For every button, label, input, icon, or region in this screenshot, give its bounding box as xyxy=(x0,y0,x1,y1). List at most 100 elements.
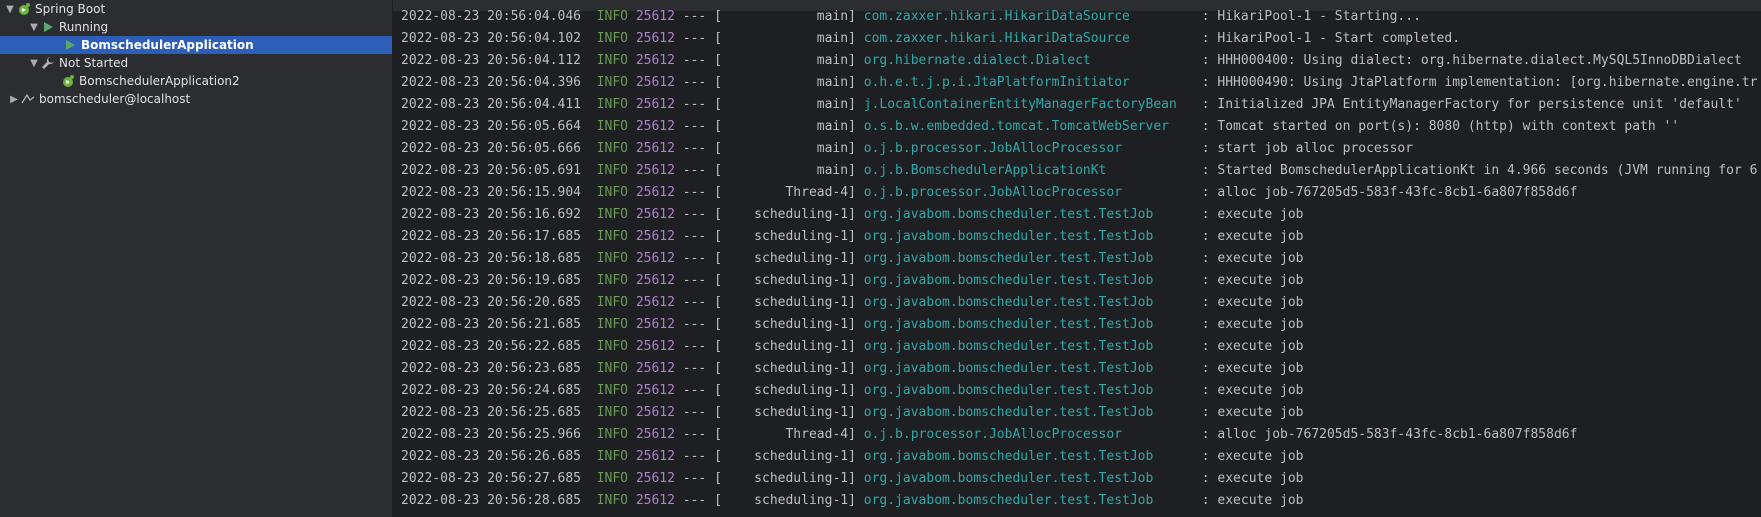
log-level: INFO xyxy=(596,405,628,420)
log-thread: scheduling-1] xyxy=(754,251,856,266)
log-timestamp: 2022-08-23 20:56:16.692 xyxy=(401,207,582,222)
log-separator: --- [ xyxy=(682,207,722,222)
log-line: 2022-08-23 20:56:25.966 INFO 25612 --- [… xyxy=(401,424,1577,446)
log-timestamp: 2022-08-23 20:56:23.685 xyxy=(401,361,582,376)
log-pid: 25612 xyxy=(635,295,675,310)
tree-label: Not Started xyxy=(59,56,129,70)
log-thread: scheduling-1] xyxy=(754,471,856,486)
log-timestamp: 2022-08-23 20:56:05.691 xyxy=(401,163,582,178)
log-message: : alloc job-767205d5-583f-43fc-8cb1-6a80… xyxy=(1201,427,1578,442)
log-separator: --- [ xyxy=(682,163,722,178)
log-line: 2022-08-23 20:56:27.685 INFO 25612 --- [… xyxy=(401,468,1304,490)
log-logger: com.zaxxer.hikari.HikariDataSource xyxy=(863,31,1130,46)
spring-boot-icon xyxy=(60,74,76,88)
log-timestamp: 2022-08-23 20:56:19.685 xyxy=(401,273,582,288)
log-separator: --- [ xyxy=(682,273,722,288)
tree-node-spring-boot[interactable]: ▼ Spring Boot xyxy=(0,0,396,18)
log-thread: scheduling-1] xyxy=(754,295,856,310)
tree-node-running[interactable]: ▼ Running xyxy=(0,18,392,36)
log-thread: main] xyxy=(816,97,856,112)
log-message: : execute job xyxy=(1201,295,1304,310)
log-thread: scheduling-1] xyxy=(754,405,856,420)
log-pid: 25612 xyxy=(635,493,675,508)
tree-node-database[interactable]: ▶ bomscheduler@localhost xyxy=(0,90,392,108)
log-level: INFO xyxy=(596,31,628,46)
log-level: INFO xyxy=(596,493,628,508)
log-timestamp: 2022-08-23 20:56:27.685 xyxy=(401,471,582,486)
log-pid: 25612 xyxy=(635,97,675,112)
chevron-right-icon[interactable]: ▶ xyxy=(8,94,20,105)
log-level: INFO xyxy=(596,229,628,244)
log-timestamp: 2022-08-23 20:56:04.102 xyxy=(401,31,582,46)
log-logger: org.javabom.bomscheduler.test.TestJob xyxy=(863,317,1154,332)
log-pid: 25612 xyxy=(635,383,675,398)
log-logger: org.javabom.bomscheduler.test.TestJob xyxy=(863,339,1154,354)
log-pid: 25612 xyxy=(635,185,675,200)
log-timestamp: 2022-08-23 20:56:15.904 xyxy=(401,185,582,200)
log-pid: 25612 xyxy=(635,427,675,442)
log-separator: --- [ xyxy=(682,251,722,266)
log-separator: --- [ xyxy=(682,449,722,464)
log-message: : execute job xyxy=(1201,449,1304,464)
log-message: : execute job xyxy=(1201,229,1304,244)
log-level: INFO xyxy=(596,295,628,310)
log-thread: main] xyxy=(816,53,856,68)
log-line: 2022-08-23 20:56:04.112 INFO 25612 --- [… xyxy=(401,50,1742,72)
log-timestamp: 2022-08-23 20:56:04.046 xyxy=(401,9,582,24)
log-logger: o.h.e.t.j.p.i.JtaPlatformInitiator xyxy=(863,75,1130,90)
log-message: : execute job xyxy=(1201,493,1304,508)
log-level: INFO xyxy=(596,207,628,222)
log-thread: scheduling-1] xyxy=(754,207,856,222)
log-separator: --- [ xyxy=(682,339,722,354)
chevron-down-icon[interactable]: ▼ xyxy=(4,4,16,15)
log-level: INFO xyxy=(596,119,628,134)
log-message: : HHH000490: Using JtaPlatform implement… xyxy=(1201,75,1758,90)
log-timestamp: 2022-08-23 20:56:20.685 xyxy=(401,295,582,310)
log-pid: 25612 xyxy=(635,53,675,68)
log-message: : Initialized JPA EntityManagerFactory f… xyxy=(1201,97,1742,112)
log-level: INFO xyxy=(596,361,628,376)
log-line: 2022-08-23 20:56:16.692 INFO 25612 --- [… xyxy=(401,204,1304,226)
log-line: 2022-08-23 20:56:26.685 INFO 25612 --- [… xyxy=(401,446,1304,468)
log-timestamp: 2022-08-23 20:56:25.685 xyxy=(401,405,582,420)
log-logger: o.j.b.processor.JobAllocProcessor xyxy=(863,427,1123,442)
tree-node-bomscheduler-application2[interactable]: BomschedulerApplication2 xyxy=(0,72,392,90)
log-timestamp: 2022-08-23 20:56:17.685 xyxy=(401,229,582,244)
tree-node-not-started[interactable]: ▼ Not Started xyxy=(0,54,392,72)
log-timestamp: 2022-08-23 20:56:26.685 xyxy=(401,449,582,464)
tree-label: Running xyxy=(59,20,109,34)
log-logger: org.javabom.bomscheduler.test.TestJob xyxy=(863,471,1154,486)
log-thread: scheduling-1] xyxy=(754,361,856,376)
log-separator: --- [ xyxy=(682,97,722,112)
log-level: INFO xyxy=(596,273,628,288)
log-message: : HHH000400: Using dialect: org.hibernat… xyxy=(1201,53,1742,68)
log-line: 2022-08-23 20:56:24.685 INFO 25612 --- [… xyxy=(401,380,1304,402)
log-separator: --- [ xyxy=(682,317,722,332)
log-timestamp: 2022-08-23 20:56:05.664 xyxy=(401,119,582,134)
log-message: : execute job xyxy=(1201,273,1304,288)
log-level: INFO xyxy=(596,53,628,68)
log-timestamp: 2022-08-23 20:56:04.112 xyxy=(401,53,582,68)
console-output[interactable]: 2022-08-23 20:56:04.046 INFO 25612 --- [… xyxy=(393,0,1761,517)
log-timestamp: 2022-08-23 20:56:18.685 xyxy=(401,251,582,266)
log-logger: org.javabom.bomscheduler.test.TestJob xyxy=(863,383,1154,398)
log-message: : execute job xyxy=(1201,383,1304,398)
log-line: 2022-08-23 20:56:19.685 INFO 25612 --- [… xyxy=(401,270,1304,292)
log-logger: org.javabom.bomscheduler.test.TestJob xyxy=(863,295,1154,310)
chevron-down-icon[interactable]: ▼ xyxy=(28,22,40,33)
chevron-down-icon[interactable]: ▼ xyxy=(28,58,40,69)
log-level: INFO xyxy=(596,75,628,90)
tree-label: Spring Boot xyxy=(35,2,106,16)
log-separator: --- [ xyxy=(682,427,722,442)
log-thread: main] xyxy=(816,163,856,178)
tree-node-bomscheduler-application[interactable]: BomschedulerApplication xyxy=(0,36,392,54)
log-message: : execute job xyxy=(1201,361,1304,376)
log-thread: main] xyxy=(816,31,856,46)
log-separator: --- [ xyxy=(682,31,722,46)
log-level: INFO xyxy=(596,185,628,200)
log-logger: org.javabom.bomscheduler.test.TestJob xyxy=(863,251,1154,266)
log-pid: 25612 xyxy=(635,75,675,90)
log-pid: 25612 xyxy=(635,471,675,486)
log-level: INFO xyxy=(596,383,628,398)
wrench-icon xyxy=(40,56,56,70)
